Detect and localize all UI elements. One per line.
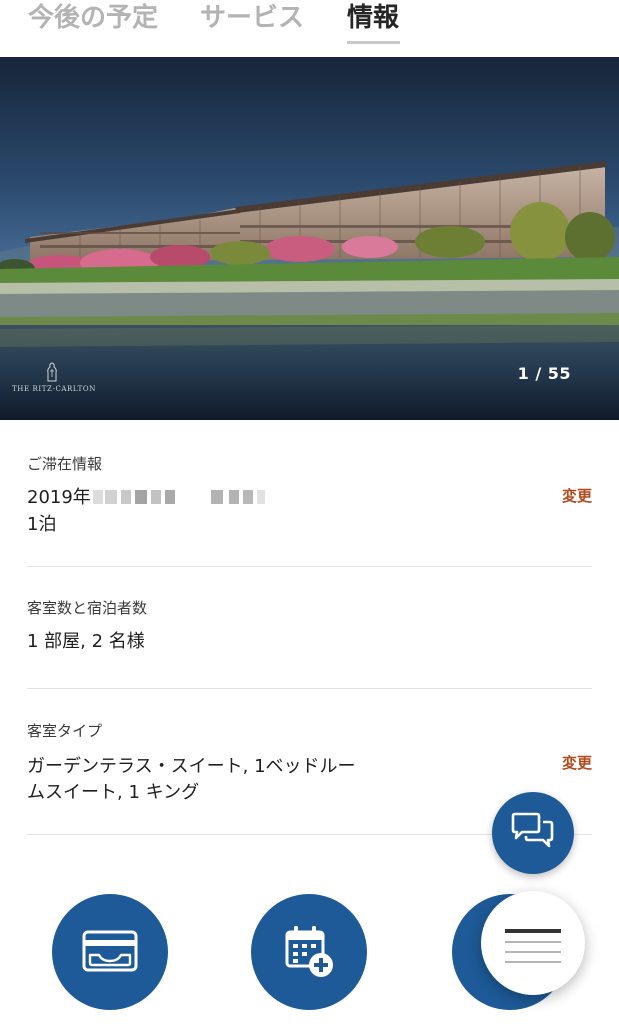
- hotel-logo-text: THE RITZ-CARLTON: [12, 385, 96, 393]
- stay-info-label: ご滞在情報: [27, 455, 103, 473]
- menu-lines-icon: [505, 929, 561, 933]
- photo-counter: 1 / 55: [517, 364, 571, 383]
- room-type-label: 客室タイプ: [27, 722, 103, 740]
- tab-info[interactable]: 情報: [347, 0, 399, 44]
- section-divider: [27, 566, 592, 567]
- rooms-guests-section: 客室数と宿泊者数 1 部屋, 2 名様: [27, 594, 592, 664]
- blurred-dates: [91, 487, 291, 505]
- wallet-button[interactable]: [52, 894, 168, 1010]
- tab-bar: 今後の予定 サービス 情報: [0, 0, 619, 57]
- change-dates-link[interactable]: 変更: [562, 485, 592, 506]
- rooms-guests-label: 客室数と宿泊者数: [27, 599, 148, 617]
- room-type-line-2: ムスイート, 1 キング: [27, 782, 200, 803]
- section-divider: [27, 688, 592, 689]
- lion-crest-icon: [47, 362, 57, 382]
- booking-info-screen: 今後の予定 サービス 情報 THE RITZ-CARLTON 1 / 55 ご滞…: [0, 0, 619, 1024]
- rooms-guests-value: 1 部屋, 2 名様: [27, 631, 145, 652]
- menu-button[interactable]: [481, 891, 585, 995]
- stay-info-section: ご滞在情報 2019年 1泊 変更: [27, 450, 592, 560]
- tab-upcoming[interactable]: 今後の予定: [28, 0, 158, 44]
- room-type-line-1: ガーデンテラス・スイート, 1ベッドルー: [27, 756, 356, 777]
- calendar-add-icon: [285, 926, 333, 977]
- chat-bubbles-icon: [511, 812, 554, 848]
- calendar-add-button[interactable]: [251, 894, 367, 1010]
- stay-nights: 1泊: [27, 514, 57, 535]
- stay-date-year: 2019年: [27, 487, 91, 508]
- chat-button[interactable]: [492, 792, 574, 874]
- stay-dates: 2019年: [27, 484, 291, 512]
- change-room-type-link[interactable]: 変更: [562, 752, 592, 773]
- tab-services[interactable]: サービス: [200, 0, 304, 44]
- hotel-logo: THE RITZ-CARLTON: [12, 362, 96, 393]
- hotel-photo-carousel[interactable]: THE RITZ-CARLTON 1 / 55: [0, 57, 619, 420]
- active-tab-indicator: [347, 41, 400, 44]
- wallet-card-icon: [82, 930, 138, 972]
